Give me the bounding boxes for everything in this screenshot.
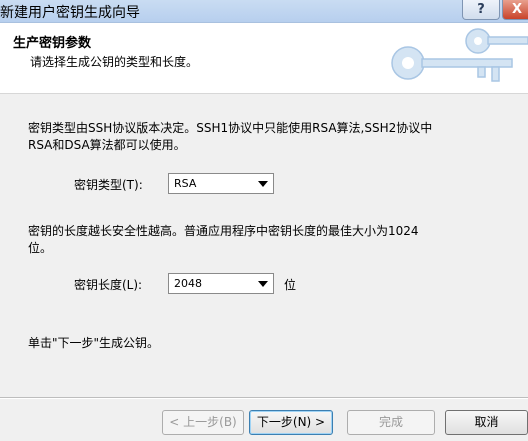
window-title: 新建用户密钥生成向导 (0, 5, 140, 21)
key-length-select[interactable]: 2048 (168, 273, 274, 294)
intro-text: 密钥类型由SSH协议版本决定。SSH1协议中只能使用RSA算法,SSH2协议中 … (28, 120, 432, 154)
chevron-down-icon (258, 181, 268, 187)
finish-button[interactable]: 完成 (347, 410, 435, 435)
cancel-button[interactable]: 取消 (445, 410, 528, 435)
chevron-down-icon (258, 281, 268, 287)
key-length-unit: 位 (284, 278, 297, 292)
keys-icon (368, 23, 528, 93)
key-type-value: RSA (174, 177, 197, 190)
next-button[interactable]: 下一步(N) > (249, 410, 333, 435)
close-button[interactable]: X (502, 0, 528, 20)
key-length-label: 密钥长度(L): (74, 278, 143, 292)
wizard-header: 生产密钥参数 请选择生成公钥的类型和长度。 (0, 23, 528, 94)
key-type-select[interactable]: RSA (168, 173, 274, 194)
header-subtitle: 请选择生成公钥的类型和长度。 (30, 55, 199, 69)
intro-line-1: 密钥类型由SSH协议版本决定。SSH1协议中只能使用RSA算法,SSH2协议中 (28, 121, 433, 135)
key-type-label: 密钥类型(T): (74, 178, 143, 192)
footer-divider (0, 397, 528, 399)
length-line-1: 密钥的长度越长安全性越高。普通应用程序中密钥长度的最佳大小为1024 (28, 224, 419, 238)
length-line-2: 位。 (28, 241, 53, 255)
key-length-value: 2048 (174, 277, 202, 290)
title-bar: 新建用户密钥生成向导 ? X (0, 0, 528, 23)
instruction-text: 单击"下一步"生成公钥。 (28, 336, 160, 350)
length-text: 密钥的长度越长安全性越高。普通应用程序中密钥长度的最佳大小为1024 位。 (28, 223, 419, 257)
header-title: 生产密钥参数 (13, 36, 92, 51)
help-button[interactable]: ? (462, 0, 500, 20)
intro-line-2: RSA和DSA算法都可以使用。 (28, 138, 186, 152)
back-button[interactable]: < 上一步(B) (162, 410, 244, 435)
